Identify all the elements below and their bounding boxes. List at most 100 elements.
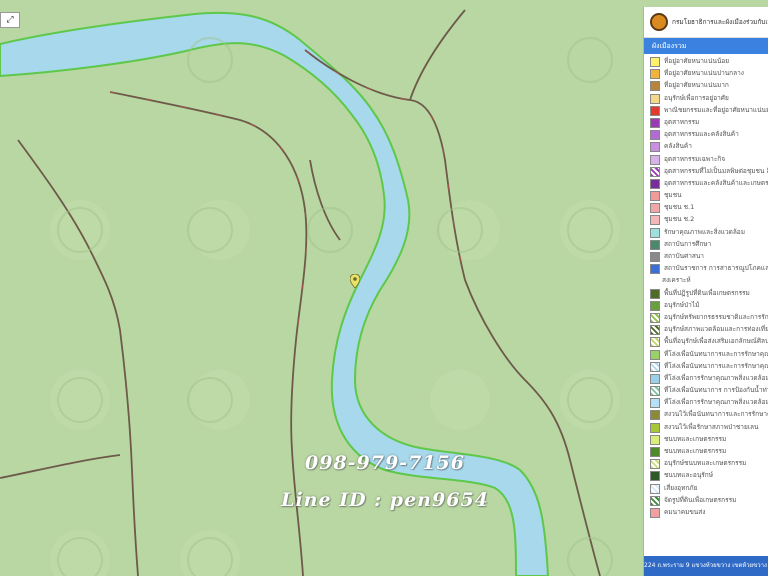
legend-item: ที่อยู่อาศัยหนาแน่นปานกลาง — [644, 68, 768, 80]
legend-item-label: สถาบันการศึกษา — [664, 239, 712, 248]
legend-item-label: พาณิชยกรรมและที่อยู่อาศัยหนาแน่นมาก — [664, 105, 768, 114]
legend-swatch — [650, 276, 658, 284]
legend-item: อนุรักษ์เพื่อการอยู่อาศัย — [644, 93, 768, 105]
legend-swatch — [650, 373, 660, 384]
legend-item: สงเคราะห์ — [644, 275, 768, 287]
legend-item: อุตสาหกรรมและคลังสินค้า — [644, 129, 768, 141]
legend-item-label: ที่โล่งเพื่อนันทนาการ การป้องกันน้ำท่วมแ… — [664, 386, 768, 395]
legend-list: ที่อยู่อาศัยหนาแน่นน้อยที่อยู่อาศัยหนาแน… — [644, 54, 768, 519]
legend-item-label: สงเคราะห์ — [662, 276, 691, 285]
legend-item: ชุมชน ช.2 — [644, 214, 768, 226]
legend-item: ที่โล่งเพื่อนันทนาการและการรักษาคุณภาพสิ… — [644, 349, 768, 361]
legend-item-label: ชนบทและเกษตรกรรม — [664, 447, 727, 455]
legend-swatch — [650, 252, 660, 262]
zoom-icon[interactable]: ⤢ — [0, 12, 20, 28]
legend-swatch — [650, 507, 660, 518]
contact-line-id: Line ID : pen9654 — [281, 489, 489, 511]
legend-item-label: ชุมชน ช.1 — [664, 203, 695, 212]
legend-swatch — [650, 325, 660, 336]
legend-item-label: อุตสาหกรรมเฉพาะกิจ — [664, 154, 726, 163]
legend-item: สงวนไว้เพื่อรักษาสภาพป่าชายเลน — [644, 422, 768, 434]
legend-item-label: ชุมชน — [664, 191, 682, 200]
legend-swatch — [650, 361, 660, 372]
legend-item: ที่โล่งเพื่อการรักษาคุณภาพสิ่งแวดล้อมและ… — [644, 373, 768, 385]
legend-swatch — [650, 300, 660, 311]
legend-item: สถาบันการศึกษา — [644, 239, 768, 251]
legend-item: จัดรูปที่ดินเพื่อเกษตรกรรม — [644, 495, 768, 507]
legend-swatch — [650, 117, 660, 128]
legend-item: พาณิชยกรรมและที่อยู่อาศัยหนาแน่นมาก — [644, 105, 768, 117]
legend-swatch — [650, 203, 660, 214]
legend-item: อนุรักษ์ป่าไม้ — [644, 300, 768, 312]
legend-item-label: ชนบทและเกษตรกรรม — [664, 434, 727, 443]
legend-item: อนุรักษ์สภาพแวดล้อมและการท่องเที่ยว — [644, 324, 768, 336]
legend-item: อุตสาหกรรม — [644, 117, 768, 129]
legend-item-label: ที่โล่งเพื่อนันทนาการและการรักษาคุณภาพสิ… — [664, 361, 768, 370]
legend-item-label: ที่อยู่อาศัยหนาแน่นปานกลาง — [664, 69, 744, 78]
legend-swatch — [650, 57, 660, 67]
legend-swatch — [650, 178, 660, 189]
legend-item: ที่โล่งเพื่อการรักษาคุณภาพสิ่งแวดล้อม — [644, 397, 768, 409]
legend-item-label: อุตสาหกรรมและคลังสินค้าและเกษตรกรรม — [664, 178, 768, 187]
legend-swatch — [650, 447, 660, 457]
legend-item: ชนบทและอนุรักษ์ — [644, 470, 768, 482]
legend-subtitle: ผังเมืองรวม — [644, 38, 768, 54]
legend-item-label: ที่อยู่อาศัยหนาแน่นน้อย — [664, 57, 730, 65]
legend-item: ชุมชน — [644, 190, 768, 202]
legend-item-label: ชนบทและอนุรักษ์ — [664, 471, 713, 480]
legend-item-label: สถาบันราชการ การสาธารณูปโภคและสาธารณูปกา… — [664, 264, 768, 273]
legend-item: สถาบันศาสนา — [644, 251, 768, 263]
legend-item-label: เสี่ยงอุทกภัย — [664, 483, 698, 492]
legend-swatch — [650, 130, 660, 141]
legend-item: อุตสาหกรรมและคลังสินค้าและเกษตรกรรม — [644, 178, 768, 190]
legend-swatch — [650, 495, 660, 506]
legend-item: ที่โล่งเพื่อนันทนาการและการรักษาคุณภาพสิ… — [644, 361, 768, 373]
legend-swatch — [650, 142, 660, 153]
legend-swatch — [650, 410, 660, 421]
legend-swatch — [650, 312, 660, 323]
legend-swatch — [650, 191, 660, 202]
legend-item: ชุมชน ช.1 — [644, 202, 768, 214]
legend-swatch — [650, 81, 660, 92]
legend-swatch — [650, 422, 660, 433]
legend-item: สงวนไว้เพื่อนันทนาการและการรักษาคุณภาพ — [644, 409, 768, 421]
location-pin-icon[interactable] — [350, 274, 360, 288]
legend-swatch — [650, 166, 660, 177]
legend-panel: กรมโยธาธิการและผังเมืองร่วมกับเทศบาลนครเ… — [643, 7, 768, 576]
legend-item-label: อุตสาหกรรม — [664, 117, 700, 126]
legend-item-label: สงวนไว้เพื่อรักษาสภาพป่าชายเลน — [664, 422, 759, 431]
legend-swatch — [650, 154, 660, 165]
legend-swatch — [650, 215, 660, 226]
legend-item-label: ที่อยู่อาศัยหนาแน่นมาก — [664, 81, 729, 90]
legend-item: คมนาคมขนส่ง — [644, 507, 768, 519]
legend-item-label: ที่โล่งเพื่อการรักษาคุณภาพสิ่งแวดล้อม — [664, 398, 768, 407]
legend-swatch — [650, 386, 660, 397]
legend-item: เสี่ยงอุทกภัย — [644, 483, 768, 495]
legend-item: ที่โล่งเพื่อนันทนาการ การป้องกันน้ำท่วมแ… — [644, 385, 768, 397]
legend-item: สถาบันราชการ การสาธารณูปโภคและสาธารณูปกา… — [644, 263, 768, 275]
department-seal-icon — [650, 13, 668, 31]
legend-item: อุตสาหกรรมที่ไม่เป็นมลพิษต่อชุมชน สิ่งแว… — [644, 166, 768, 178]
legend-item: พื้นที่อนุรักษ์เพื่อส่งเสริมเอกลักษณ์ศิล… — [644, 336, 768, 348]
legend-item-label: อนุรักษ์เพื่อการอยู่อาศัย — [664, 93, 729, 102]
legend-swatch — [650, 264, 660, 275]
legend-item-label: ที่โล่งเพื่อนันทนาการและการรักษาคุณภาพสิ… — [664, 349, 768, 358]
legend-swatch — [650, 459, 660, 470]
legend-footer: 224 ถ.พระราม 9 แขวงห้วยขวาง เขตห้วยขวาง … — [644, 556, 768, 576]
legend-swatch — [650, 483, 660, 494]
legend-item-label: พื้นที่อนุรักษ์เพื่อส่งเสริมเอกลักษณ์ศิล… — [664, 337, 768, 346]
legend-item-label: อนุรักษ์ทรัพยากรธรรมชาติและการรักษาคุณภา… — [664, 312, 768, 321]
legend-item-label: ชุมชน ช.2 — [664, 215, 695, 224]
legend-item-label: จัดรูปที่ดินเพื่อเกษตรกรรม — [664, 495, 737, 504]
legend-header: กรมโยธาธิการและผังเมืองร่วมกับเทศบาลนครเ… — [644, 7, 768, 38]
legend-item-label: อนุรักษ์สภาพแวดล้อมและการท่องเที่ยว — [664, 325, 768, 334]
legend-item: ที่อยู่อาศัยหนาแน่นมาก — [644, 80, 768, 92]
contact-phone: 098-979-7156 — [305, 452, 465, 474]
legend-title: กรมโยธาธิการและผังเมืองร่วมกับเทศบาลนครเ… — [672, 18, 768, 26]
legend-swatch — [650, 239, 660, 250]
legend-item: อุตสาหกรรมเฉพาะกิจ — [644, 154, 768, 166]
legend-item-label: อนุรักษ์ชนบทและเกษตรกรรม — [664, 459, 747, 468]
legend-swatch — [650, 227, 660, 238]
legend-item: ชนบทและเกษตรกรรม — [644, 434, 768, 446]
legend-item-label: อุตสาหกรรมที่ไม่เป็นมลพิษต่อชุมชน สิ่งแว… — [664, 166, 768, 175]
